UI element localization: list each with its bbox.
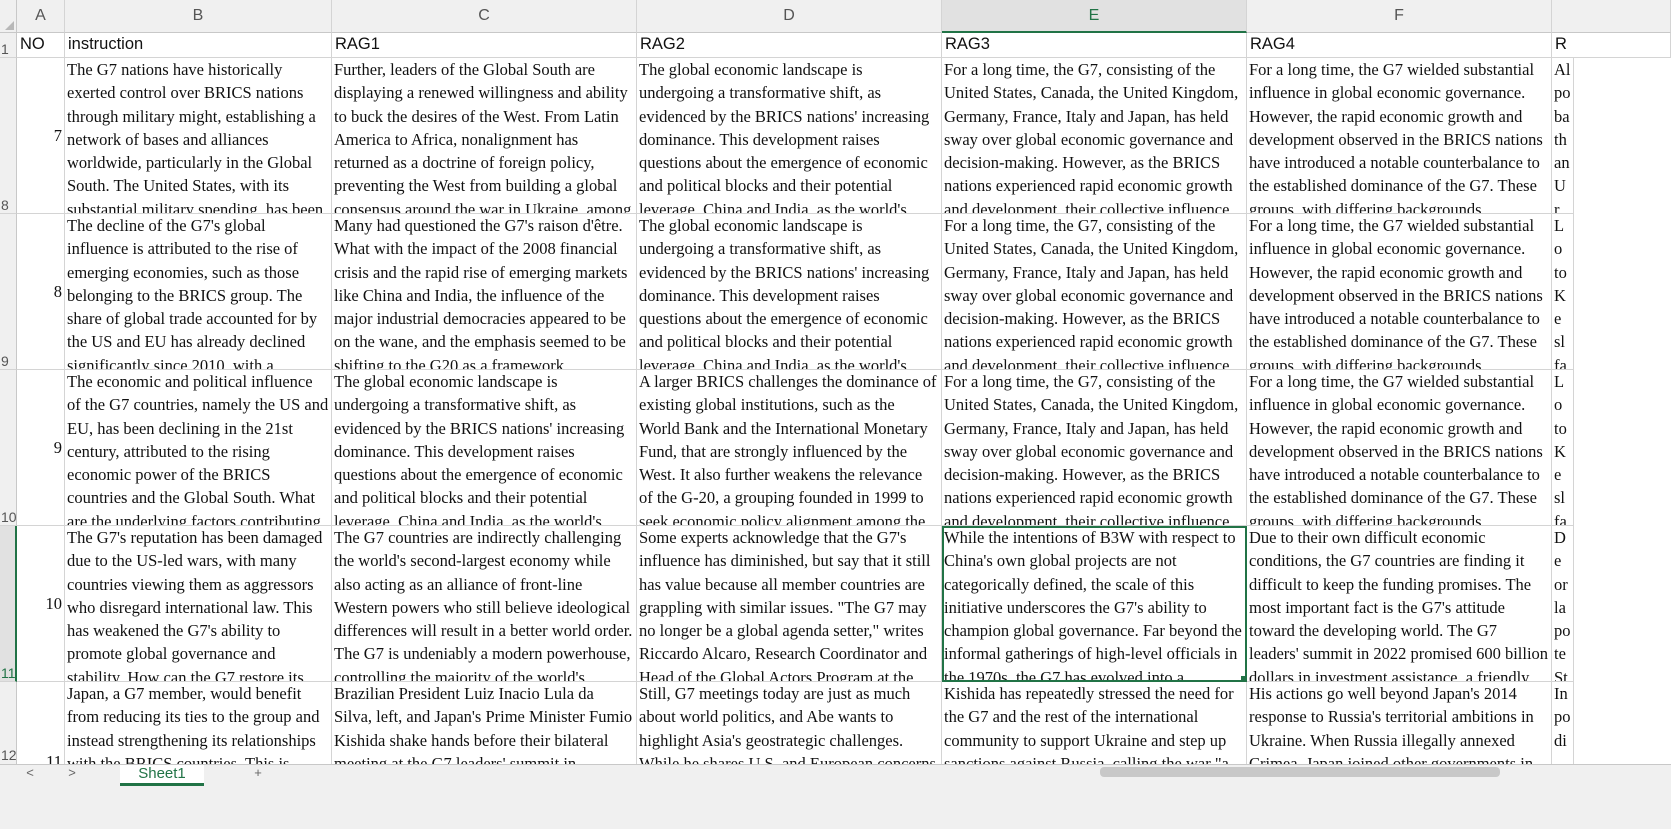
cell-f1[interactable]: RAG4 — [1247, 33, 1552, 58]
cell-instruction[interactable]: The G7's reputation has been damaged due… — [65, 526, 332, 682]
cell-rag1[interactable]: The global economic landscape is undergo… — [332, 370, 637, 526]
row-header[interactable]: 1 — [0, 33, 17, 58]
cell-rag2[interactable]: The global economic landscape is undergo… — [637, 214, 942, 370]
column-header-f[interactable]: F — [1247, 0, 1552, 33]
row-header[interactable]: 8 — [0, 58, 17, 214]
cell-g1[interactable]: R — [1552, 33, 1671, 58]
column-header-b[interactable]: B — [65, 0, 332, 33]
cell-a1[interactable]: NO — [17, 33, 65, 58]
select-all-corner[interactable] — [0, 0, 17, 33]
cell-overflow[interactable]: Al po ba th an Ur — [1552, 58, 1574, 214]
cell-rag1[interactable]: The G7 countries are indirectly challeng… — [332, 526, 637, 682]
column-header-d[interactable]: D — [637, 0, 942, 33]
cell-overflow[interactable]: Lo to Ke sl fa in de — [1552, 370, 1574, 526]
cell-rag4[interactable]: For a long time, the G7 wielded substant… — [1247, 370, 1552, 526]
cell-rag3[interactable]: For a long time, the G7, consisting of t… — [942, 370, 1247, 526]
column-header-c[interactable]: C — [332, 0, 637, 33]
cell-rag4[interactable]: For a long time, the G7 wielded substant… — [1247, 58, 1552, 214]
cell-e1[interactable]: RAG3 — [942, 33, 1247, 58]
cell-overflow[interactable]: De or la po te St — [1552, 526, 1574, 682]
active-cell-rag3[interactable]: While the intentions of B3W with respect… — [942, 526, 1247, 682]
row-header[interactable]: 10 — [0, 370, 17, 526]
tab-scroll-left-button[interactable]: < — [20, 765, 40, 781]
row-header[interactable]: 9 — [0, 214, 17, 370]
cell-c1[interactable]: RAG1 — [332, 33, 637, 58]
cell-rag2[interactable]: The global economic landscape is undergo… — [637, 58, 942, 214]
column-header-e[interactable]: E — [942, 0, 1247, 33]
column-header-g[interactable] — [1552, 0, 1671, 33]
cell-rag4[interactable]: For a long time, the G7 wielded substant… — [1247, 214, 1552, 370]
spreadsheet-grid: A B C D E F 1 NO instruction RAG1 RAG2 R… — [0, 0, 1671, 810]
cell-no[interactable]: 7 — [17, 58, 65, 214]
cell-instruction[interactable]: The G7 nations have historically exerted… — [65, 58, 332, 214]
cell-rag3[interactable]: For a long time, the G7, consisting of t… — [942, 58, 1247, 214]
horizontal-scrollbar[interactable] — [1100, 767, 1500, 777]
cell-no[interactable]: 10 — [17, 526, 65, 682]
cell-b1[interactable]: instruction — [65, 33, 332, 58]
cell-rag4[interactable]: Due to their own difficult economic cond… — [1247, 526, 1552, 682]
cell-no[interactable]: 9 — [17, 370, 65, 526]
column-header-a[interactable]: A — [17, 0, 65, 33]
tab-scroll-right-button[interactable]: > — [62, 765, 82, 781]
row-header[interactable]: 11 — [0, 526, 17, 682]
sheet-tab-bar: < > Sheet1 + — [0, 764, 1671, 829]
cell-instruction[interactable]: The decline of the G7's global influence… — [65, 214, 332, 370]
cell-rag3[interactable]: For a long time, the G7, consisting of t… — [942, 214, 1247, 370]
cell-overflow[interactable]: Lo to Ke sl fa in — [1552, 214, 1574, 370]
add-sheet-button[interactable]: + — [248, 765, 268, 781]
sheet-tab-sheet1[interactable]: Sheet1 — [120, 765, 204, 786]
cell-d1[interactable]: RAG2 — [637, 33, 942, 58]
cell-rag2[interactable]: A larger BRICS challenges the dominance … — [637, 370, 942, 526]
cell-rag1[interactable]: Further, leaders of the Global South are… — [332, 58, 637, 214]
cell-no[interactable]: 8 — [17, 214, 65, 370]
cell-rag1[interactable]: Many had questioned the G7's raison d'êt… — [332, 214, 637, 370]
cell-instruction[interactable]: The economic and political influence of … — [65, 370, 332, 526]
cell-rag2[interactable]: Some experts acknowledge that the G7's i… — [637, 526, 942, 682]
